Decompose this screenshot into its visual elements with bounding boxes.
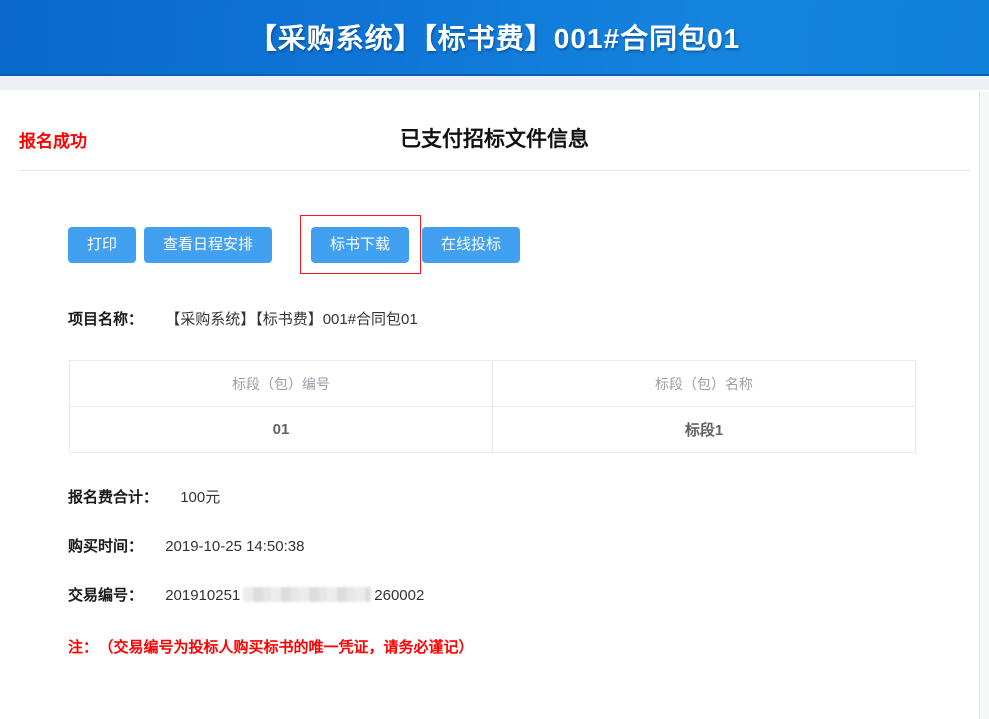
action-toolbar: 打印 查看日程安排 标书下载 在线投标 — [68, 227, 970, 263]
vertical-scrollbar[interactable] — [979, 92, 989, 719]
fee-total-row: 报名费合计： 100元 — [68, 488, 970, 508]
purchase-time-value: 2019-10-25 14:50:38 — [165, 538, 304, 555]
project-name-label: 项目名称： — [68, 311, 143, 328]
banner-sub-strip — [0, 76, 989, 90]
note-text: （交易编号为投标人购买标书的唯一凭证，请务必谨记） — [106, 639, 474, 656]
top-banner: 【采购系统】【标书费】001#合同包01 — [0, 0, 989, 76]
bid-download-annotation-wrap: 标书下载 — [311, 227, 409, 263]
note-label: 注： — [68, 639, 98, 656]
purchase-time-row: 购买时间： 2019-10-25 14:50:38 — [68, 537, 970, 557]
col-header-section-number: 标段（包）编号 — [70, 361, 493, 407]
online-bid-button[interactable]: 在线投标 — [422, 227, 520, 263]
print-button[interactable]: 打印 — [68, 227, 136, 263]
content-page: 报名成功 已支付招标文件信息 打印 查看日程安排 标书下载 在线投标 项目名称：… — [0, 90, 989, 717]
fee-total-value: 100元 — [180, 489, 220, 506]
table-header-row: 标段（包）编号 标段（包）名称 — [70, 361, 916, 407]
page-title: 已支付招标文件信息 — [19, 90, 970, 153]
transaction-number-row: 交易编号： 201910251 260002 — [68, 586, 970, 606]
table-row: 01 标段1 — [70, 407, 916, 453]
signup-status-text: 报名成功 — [19, 127, 87, 152]
col-header-section-name: 标段（包）名称 — [493, 361, 916, 407]
bid-document-download-button[interactable]: 标书下载 — [311, 227, 409, 263]
fee-total-label: 报名费合计： — [68, 489, 158, 506]
transaction-number-prefix: 201910251 — [165, 587, 240, 604]
transaction-number-redacted-block — [243, 587, 371, 602]
transaction-number-value: 201910251 260002 — [165, 587, 424, 604]
project-name-value: 【采购系统】【标书费】001#合同包01 — [165, 311, 418, 328]
footer-note: 注： （交易编号为投标人购买标书的唯一凭证，请务必谨记） — [68, 636, 970, 657]
view-schedule-button[interactable]: 查看日程安排 — [144, 227, 272, 263]
transaction-number-label: 交易编号： — [68, 587, 143, 604]
project-name-row: 项目名称： 【采购系统】【标书费】001#合同包01 — [68, 310, 970, 330]
cell-section-number: 01 — [70, 407, 493, 453]
bid-section-table: 标段（包）编号 标段（包）名称 01 标段1 — [69, 360, 916, 453]
purchase-time-label: 购买时间： — [68, 538, 143, 555]
banner-title: 【采购系统】【标书费】001#合同包01 — [249, 17, 740, 57]
cell-section-name: 标段1 — [493, 407, 916, 453]
page-header: 报名成功 已支付招标文件信息 — [19, 90, 970, 171]
transaction-number-suffix: 260002 — [374, 587, 424, 604]
